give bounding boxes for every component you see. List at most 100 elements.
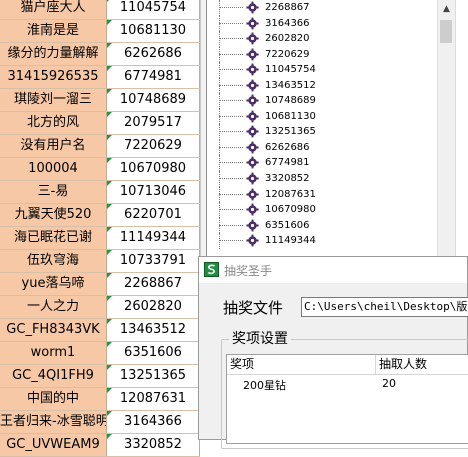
- name-cell[interactable]: 王者归来-冰雪聪明: [0, 411, 107, 433]
- name-cell[interactable]: 中国的中: [0, 388, 107, 410]
- gear-icon: [244, 94, 261, 108]
- tree-item[interactable]: 6262686: [207, 139, 452, 156]
- table-row[interactable]: 中国的中 12087631: [0, 388, 200, 411]
- table-row[interactable]: worm1 6351606: [0, 342, 200, 365]
- id-cell[interactable]: 2268867: [107, 273, 200, 295]
- name-cell[interactable]: yue落乌啼: [0, 273, 107, 295]
- id-cell[interactable]: 10733791: [107, 250, 200, 272]
- table-row[interactable]: 三-易 10713046: [0, 181, 200, 204]
- tree-item[interactable]: 11149344: [207, 233, 452, 249]
- id-cell-text: 6774981: [124, 69, 182, 84]
- id-cell[interactable]: 11045754: [107, 0, 200, 19]
- tree-item[interactable]: 10670980: [207, 202, 452, 218]
- name-cell[interactable]: 缘分的力量解解: [0, 43, 107, 65]
- name-cell[interactable]: 伍玖穹海: [0, 250, 107, 272]
- table-row[interactable]: 没有用户名 7220629: [0, 135, 200, 158]
- table-row[interactable]: GC_4QI1FH9 13251365: [0, 365, 200, 388]
- table-row[interactable]: 北方的风 2079517: [0, 112, 200, 135]
- tree-item[interactable]: 7220629: [207, 46, 452, 63]
- table-row[interactable]: GC_UVWEAM9 3320852: [0, 434, 200, 457]
- tree-item[interactable]: 10748689: [207, 93, 452, 109]
- tree-item[interactable]: 13251365: [207, 124, 452, 140]
- name-cell[interactable]: 北方的风: [0, 112, 107, 134]
- scroll-thumb[interactable]: [440, 20, 452, 43]
- table-row[interactable]: 淮南是是 10681130: [0, 20, 200, 43]
- scroll-up-arrow-icon[interactable]: ▲: [438, 0, 455, 17]
- id-cell-text: 2602820: [124, 299, 182, 314]
- tree-item[interactable]: 13463512: [207, 77, 452, 94]
- id-cell[interactable]: 13251365: [107, 365, 200, 387]
- id-cell[interactable]: 10713046: [107, 181, 200, 203]
- name-cell[interactable]: worm1: [0, 342, 107, 364]
- name-cell[interactable]: 没有用户名: [0, 135, 107, 157]
- name-cell[interactable]: 淮南是是: [0, 20, 107, 42]
- prize-table-header: 奖项 抽取人数: [227, 355, 468, 375]
- id-cell-text: 13463512: [119, 322, 187, 337]
- id-cell[interactable]: 6351606: [107, 342, 200, 364]
- file-path-input[interactable]: C:\Users\cheil\Desktop\版块: [301, 297, 468, 317]
- tree-branch-line: [219, 115, 243, 117]
- tree-items: 2268867 3164366 2602820 7220629 11045754 1346…: [207, 0, 452, 249]
- name-cell[interactable]: 猫户座大人: [0, 0, 107, 19]
- number-as-text-marker-icon: [107, 319, 112, 324]
- tree-item[interactable]: 3164366: [207, 15, 452, 32]
- table-row[interactable]: 猫户座大人 11045754: [0, 0, 200, 20]
- table-row[interactable]: GC_FH8343VK 13463512: [0, 319, 200, 342]
- table-row[interactable]: 缘分的力量解解 6262686: [0, 43, 200, 66]
- tree-item[interactable]: 6351606: [207, 217, 452, 234]
- id-cell-text: 10713046: [119, 184, 187, 199]
- id-cell[interactable]: 3164366: [107, 411, 200, 433]
- id-cell[interactable]: 6262686: [107, 43, 200, 65]
- tree-item[interactable]: 6774981: [207, 155, 452, 172]
- prize-count-cell[interactable]: 20: [382, 377, 396, 390]
- name-cell[interactable]: GC_FH8343VK: [0, 319, 107, 341]
- tree-item[interactable]: 2602820: [207, 31, 452, 47]
- name-cell[interactable]: GC_UVWEAM9: [0, 434, 107, 456]
- table-row[interactable]: 九翼天使520 6220701: [0, 204, 200, 227]
- name-cell[interactable]: 一人之力: [0, 296, 107, 318]
- tree-item[interactable]: 10681130: [207, 108, 452, 125]
- table-row[interactable]: 一人之力 2602820: [0, 296, 200, 319]
- title-bar[interactable]: 抽奖圣手: [199, 257, 467, 283]
- name-cell[interactable]: GC_4QI1FH9: [0, 365, 107, 387]
- tree-item[interactable]: 2268867: [207, 0, 452, 16]
- name-cell[interactable]: 琪陵刘一溜三: [0, 89, 107, 111]
- id-cell[interactable]: 12087631: [107, 388, 200, 410]
- id-cell[interactable]: 10748689: [107, 89, 200, 111]
- id-cell[interactable]: 11149344: [107, 227, 200, 249]
- tree-item[interactable]: 3320852: [207, 171, 452, 187]
- tree-item[interactable]: 11045754: [207, 62, 452, 78]
- number-as-text-marker-icon: [107, 66, 112, 71]
- table-row[interactable]: 琪陵刘一溜三 10748689: [0, 89, 200, 112]
- name-cell[interactable]: 100004: [0, 158, 107, 180]
- column-header-prize[interactable]: 奖项: [227, 355, 376, 374]
- id-cell[interactable]: 10681130: [107, 20, 200, 42]
- table-row[interactable]: yue落乌啼 2268867: [0, 273, 200, 296]
- lottery-dialog: 抽奖圣手 抽奖文件 C:\Users\cheil\Desktop\版块 奖项设置…: [198, 256, 468, 449]
- name-cell[interactable]: 九翼天使520: [0, 204, 107, 226]
- table-row[interactable]: 31415926535 6774981: [0, 66, 200, 89]
- vertical-scrollbar[interactable]: ▲: [437, 0, 455, 260]
- id-cell-text: 2268867: [124, 276, 182, 291]
- id-cell[interactable]: 6220701: [107, 204, 200, 226]
- id-cell[interactable]: 2602820: [107, 296, 200, 318]
- table-row[interactable]: 伍玖穹海 10733791: [0, 250, 200, 273]
- table-row[interactable]: 海已眠花已谢 11149344: [0, 227, 200, 250]
- prize-name-cell[interactable]: 200星钻: [243, 377, 286, 393]
- gear-icon: [244, 218, 261, 232]
- name-cell[interactable]: 三-易: [0, 181, 107, 203]
- column-header-count[interactable]: 抽取人数: [376, 355, 468, 374]
- table-row[interactable]: 王者归来-冰雪聪明 3164366: [0, 411, 200, 434]
- gear-icon: [244, 187, 261, 201]
- id-cell[interactable]: 13463512: [107, 319, 200, 341]
- id-cell[interactable]: 6774981: [107, 66, 200, 88]
- id-cell[interactable]: 3320852: [107, 434, 200, 456]
- id-cell[interactable]: 7220629: [107, 135, 200, 157]
- table-row[interactable]: 100004 10670980: [0, 158, 200, 181]
- tree-item-label: 11045754: [265, 64, 316, 76]
- id-cell[interactable]: 10670980: [107, 158, 200, 180]
- id-cell[interactable]: 2079517: [107, 112, 200, 134]
- name-cell[interactable]: 31415926535: [0, 66, 107, 88]
- name-cell[interactable]: 海已眠花已谢: [0, 227, 107, 249]
- tree-item[interactable]: 12087631: [207, 186, 452, 203]
